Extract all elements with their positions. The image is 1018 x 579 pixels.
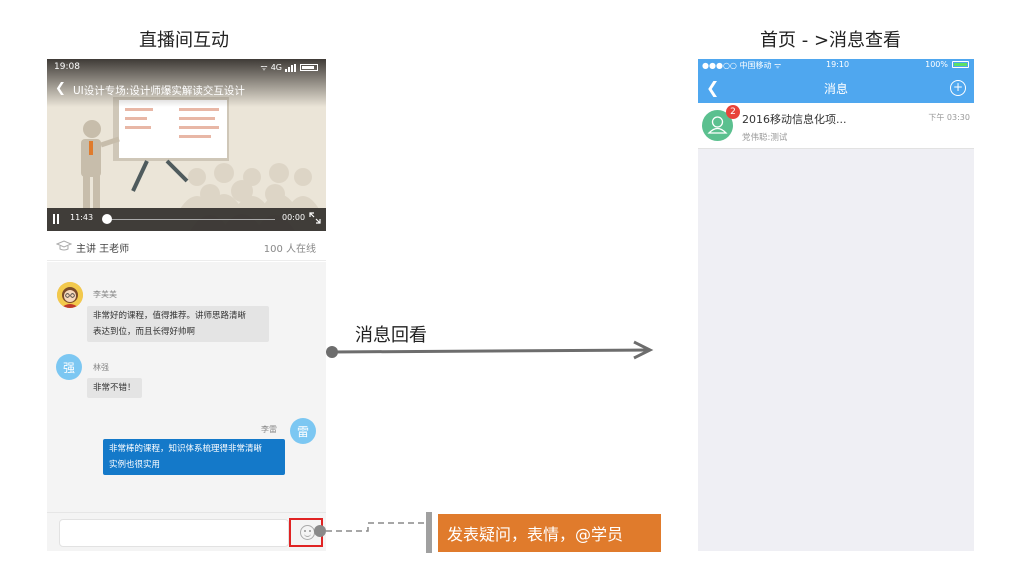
unread-badge: 2 xyxy=(726,105,740,119)
annotation-bar xyxy=(426,512,432,553)
battery-icon xyxy=(952,61,969,68)
message-list-item[interactable]: 2 2016移动信息化项... 下午 03:30 党伟聪:测试 xyxy=(698,103,974,149)
battery-label: 100% xyxy=(925,60,948,69)
conversation-title: 2016移动信息化项... xyxy=(742,113,847,126)
annotation-label: 发表疑问，表情，@学员 xyxy=(438,514,661,552)
conversation-preview: 党伟聪:测试 xyxy=(742,133,788,143)
annotation-dot xyxy=(314,525,326,537)
conversation-time: 下午 03:30 xyxy=(928,113,970,122)
add-icon[interactable]: + xyxy=(950,80,966,96)
arrow-right-icon xyxy=(326,340,654,360)
messages-header: ●●●○○ 中国移动 ᯤ 19:10 100% ❮ 消息 + xyxy=(698,59,974,103)
messages-screen: ●●●○○ 中国移动 ᯤ 19:10 100% ❮ 消息 + 2 2016移动信… xyxy=(698,59,974,551)
status-time: 19:10 xyxy=(826,60,850,69)
carrier-label: ●●●○○ 中国移动 ᯤ xyxy=(702,61,782,70)
page-title: 消息 xyxy=(823,82,848,96)
